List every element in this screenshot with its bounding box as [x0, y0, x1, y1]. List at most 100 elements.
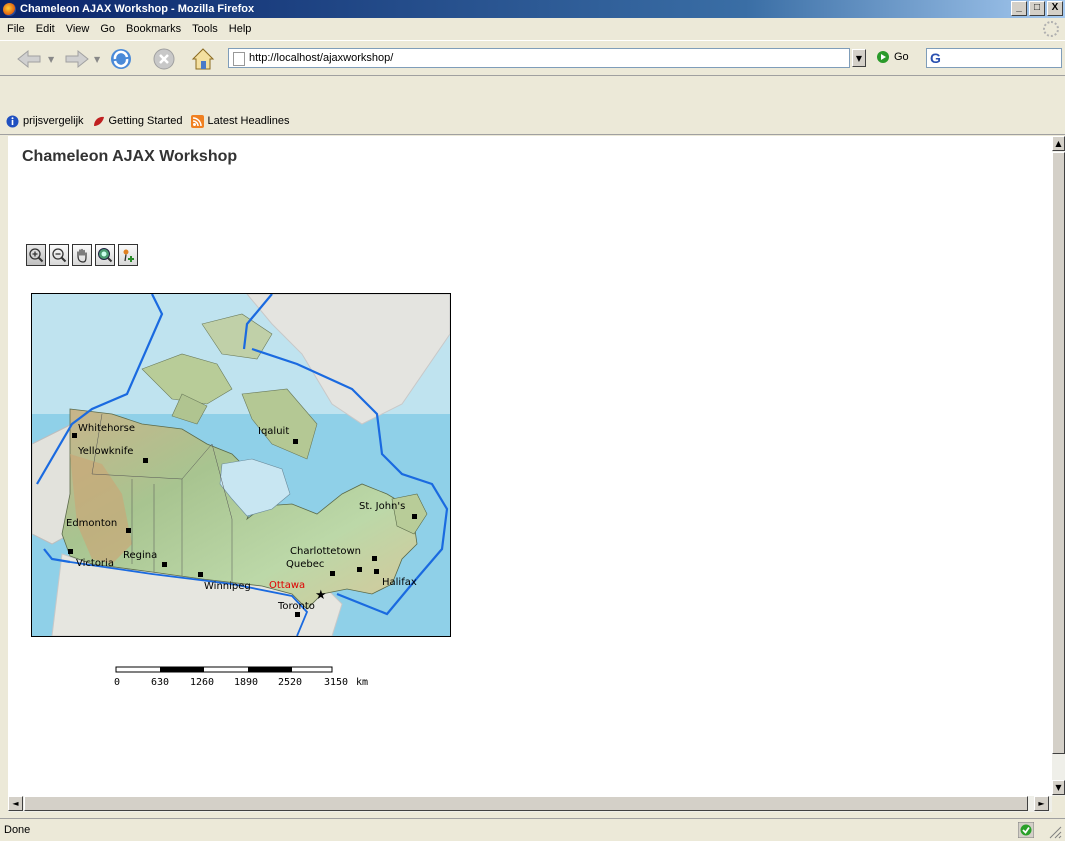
- stop-button[interactable]: [152, 47, 176, 71]
- status-text: Done: [4, 824, 31, 836]
- menu-bar: File Edit View Go Bookmarks Tools Help: [0, 19, 1065, 39]
- scale-label: 2520: [278, 677, 303, 688]
- city-marker: [126, 528, 131, 533]
- scale-label: 1890: [234, 677, 259, 688]
- url-dropdown-button[interactable]: ▼: [852, 49, 866, 67]
- city-label-regina: Regina: [123, 550, 157, 561]
- menu-edit[interactable]: Edit: [36, 23, 55, 35]
- city-label-ottawa: Ottawa: [269, 580, 305, 591]
- map-viewport[interactable]: Whitehorse Yellowknife Iqaluit St. John'…: [31, 293, 451, 637]
- city-marker: [162, 562, 167, 567]
- bookmark-getting-started[interactable]: Getting Started: [92, 115, 183, 128]
- close-button[interactable]: X: [1047, 1, 1063, 16]
- info-icon: [6, 115, 19, 127]
- scroll-left-button[interactable]: ◄: [8, 796, 23, 811]
- canada-map[interactable]: Whitehorse Yellowknife Iqaluit St. John'…: [32, 294, 450, 636]
- search-engine-icon[interactable]: G: [930, 50, 941, 66]
- city-marker: [372, 556, 377, 561]
- zoom-in-icon: [29, 248, 44, 263]
- city-marker: [330, 571, 335, 576]
- city-label-charlottetown: Charlottetown: [290, 546, 361, 557]
- bookmark-prijsvergelijk[interactable]: prijsvergelijk: [6, 115, 84, 128]
- city-label-yellowknife: Yellowknife: [77, 446, 133, 457]
- menu-view[interactable]: View: [66, 23, 90, 35]
- vertical-scroll-thumb[interactable]: [1052, 152, 1065, 754]
- vertical-scrollbar[interactable]: ▲ ▼: [1052, 136, 1065, 796]
- city-marker: [412, 514, 417, 519]
- page-title: Chameleon AJAX Workshop: [22, 148, 238, 165]
- city-marker: [143, 458, 148, 463]
- city-marker: [293, 439, 298, 444]
- add-point-icon: [123, 249, 134, 262]
- back-dropdown-icon[interactable]: ▼: [48, 55, 54, 64]
- capital-star-icon: ★: [315, 588, 327, 603]
- scroll-down-button[interactable]: ▼: [1052, 780, 1065, 795]
- bookmark-latest-headlines[interactable]: Latest Headlines: [190, 114, 289, 128]
- city-label-edmonton: Edmonton: [66, 518, 117, 529]
- pan-tool[interactable]: [72, 244, 92, 266]
- page-icon: [233, 52, 245, 66]
- back-button[interactable]: [16, 48, 44, 70]
- minimize-button[interactable]: _: [1011, 1, 1027, 16]
- throbber-icon: [1043, 21, 1059, 37]
- go-arrow-icon: [877, 51, 889, 63]
- city-marker: [295, 612, 300, 617]
- resize-grip-icon[interactable]: [1046, 823, 1062, 839]
- zoom-full-extent-tool[interactable]: [95, 244, 115, 266]
- scale-label: 0: [114, 677, 121, 688]
- city-label-winnipeg: Winnipeg: [204, 581, 251, 592]
- scroll-right-button[interactable]: ►: [1034, 796, 1049, 811]
- url-bar[interactable]: http://localhost/ajaxworkshop/: [228, 48, 850, 68]
- bookmarks-toolbar: prijsvergelijk Getting Started Latest He…: [0, 108, 1065, 135]
- url-text: http://localhost/ajaxworkshop/: [249, 52, 394, 64]
- menu-go[interactable]: Go: [100, 23, 115, 35]
- zoom-out-tool[interactable]: [49, 244, 69, 266]
- menu-file[interactable]: File: [7, 23, 25, 35]
- home-button[interactable]: [190, 46, 216, 72]
- go-button[interactable]: Go: [876, 50, 909, 64]
- city-marker: [68, 549, 73, 554]
- city-label-victoria: Victoria: [76, 558, 114, 569]
- scroll-up-button[interactable]: ▲: [1052, 136, 1065, 151]
- city-label-quebec: Quebec: [286, 559, 324, 570]
- scale-unit: km: [356, 677, 369, 688]
- scale-label: 3150: [324, 677, 349, 688]
- zoom-in-tool[interactable]: [26, 244, 46, 266]
- bookmark-leaf-icon: [93, 116, 104, 126]
- reload-button[interactable]: [108, 46, 134, 72]
- city-label-whitehorse: Whitehorse: [78, 423, 135, 434]
- map-scale-bar: 0 630 1260 1890 2520 3150 km: [114, 664, 368, 691]
- navigation-toolbar: ▼ ▼ http://localhost/ajaxworkshop/ ▼ Go …: [0, 40, 1065, 76]
- search-box[interactable]: G: [926, 48, 1062, 68]
- query-tool[interactable]: [118, 244, 138, 266]
- city-label-st-johns: St. John's: [359, 501, 405, 512]
- globe-zoom-icon: [98, 248, 113, 263]
- security-status-icon[interactable]: [1018, 822, 1034, 838]
- horizontal-scroll-thumb[interactable]: [24, 796, 1028, 811]
- city-label-iqaluit: Iqaluit: [258, 426, 289, 437]
- city-marker: [198, 572, 203, 577]
- hand-icon: [77, 248, 87, 263]
- city-marker: [374, 569, 379, 574]
- scale-bar-graphic: [115, 666, 333, 673]
- menu-tools[interactable]: Tools: [192, 23, 218, 35]
- city-label-halifax: Halifax: [382, 577, 417, 588]
- forward-button[interactable]: [62, 48, 90, 70]
- menu-help[interactable]: Help: [229, 23, 252, 35]
- maximize-button[interactable]: □: [1029, 1, 1045, 16]
- forward-dropdown-icon[interactable]: ▼: [94, 55, 100, 64]
- city-marker: [72, 433, 77, 438]
- horizontal-scrollbar[interactable]: ◄ ►: [8, 796, 1052, 812]
- zoom-out-icon: [52, 248, 67, 263]
- window-title: Chameleon AJAX Workshop - Mozilla Firefo…: [20, 3, 255, 15]
- city-marker: [357, 567, 362, 572]
- page-content: Chameleon AJAX Workshop Whitehorse Yello…: [8, 136, 1052, 796]
- menu-bookmarks[interactable]: Bookmarks: [126, 23, 181, 35]
- status-bar: Done: [0, 818, 1065, 841]
- scale-label: 1260: [190, 677, 215, 688]
- firefox-logo-icon: [3, 2, 16, 16]
- city-label-toronto: Toronto: [277, 601, 315, 612]
- window-title-bar: Chameleon AJAX Workshop - Mozilla Firefo…: [0, 0, 1065, 18]
- rss-feed-icon: [190, 114, 204, 128]
- map-toolbar: [26, 244, 138, 266]
